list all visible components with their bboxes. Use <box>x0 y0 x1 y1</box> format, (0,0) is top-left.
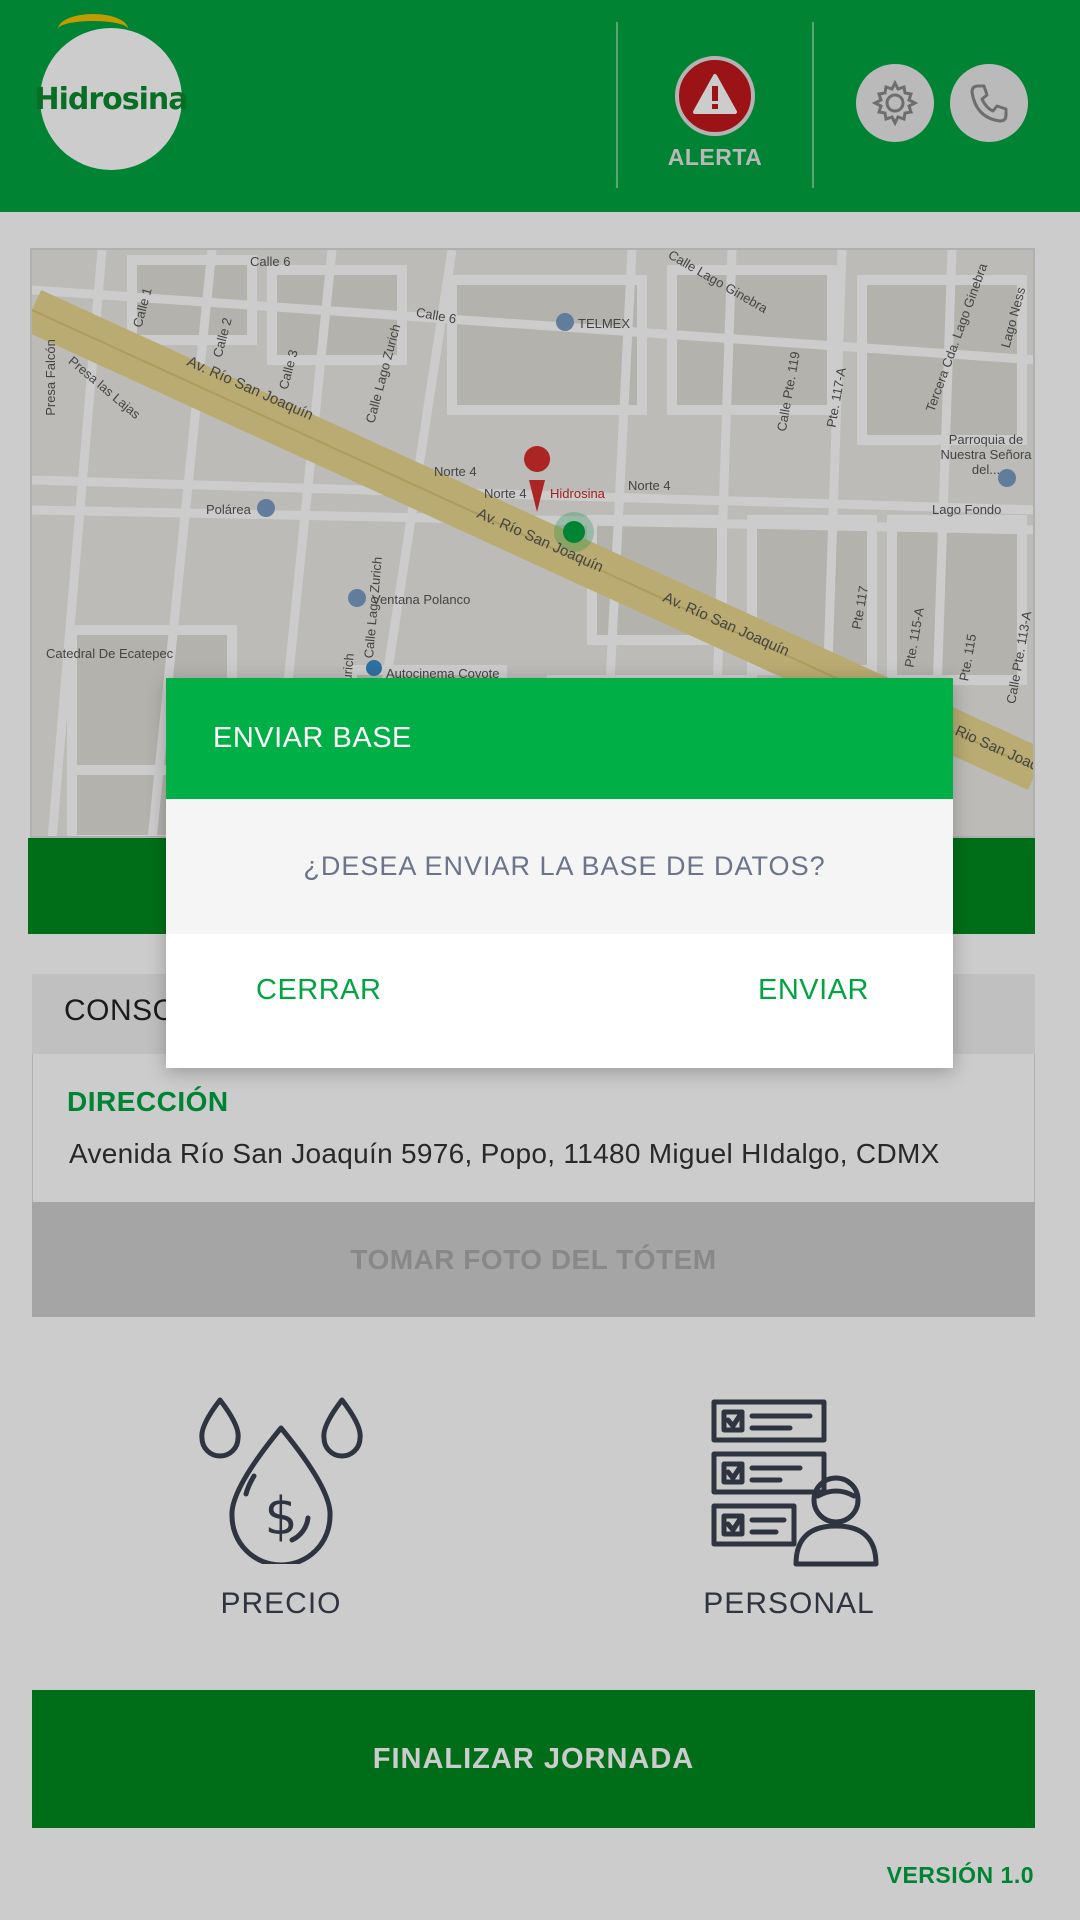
close-button[interactable]: CERRAR <box>256 974 381 1007</box>
dialog-title: ENVIAR BASE <box>213 722 412 754</box>
dialog-actions: CERRAR ENVIAR <box>166 934 953 1068</box>
dialog-header: ENVIAR BASE <box>166 678 953 799</box>
dialog-message: ¿DESEA ENVIAR LA BASE DE DATOS? <box>303 851 826 881</box>
send-button[interactable]: ENVIAR <box>758 974 869 1007</box>
send-database-dialog: ENVIAR BASE ¿DESEA ENVIAR LA BASE DE DAT… <box>166 678 953 1068</box>
dialog-body: ¿DESEA ENVIAR LA BASE DE DATOS? <box>166 799 953 934</box>
